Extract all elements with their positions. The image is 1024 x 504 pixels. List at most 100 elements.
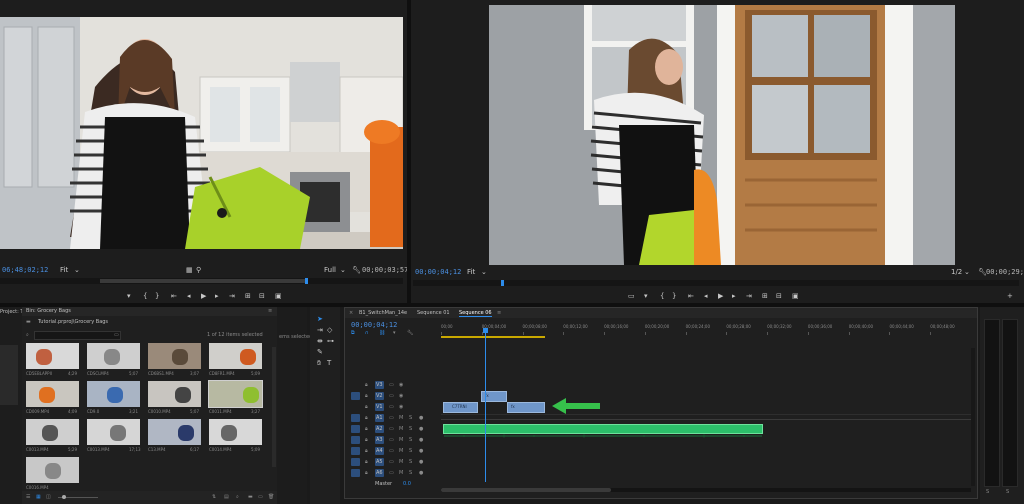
program-go-to-out-icon[interactable]: ⇥: [746, 292, 752, 300]
marker-icon[interactable]: ▾: [127, 292, 131, 300]
find-icon[interactable]: ⌕: [236, 494, 239, 500]
source-resolution-dropdown[interactable]: Full: [324, 266, 336, 274]
timeline-horizontal-scrollbar[interactable]: [441, 488, 971, 492]
sync-lock-icon[interactable]: ▭: [389, 393, 394, 399]
bin-thumbnail[interactable]: [209, 343, 262, 369]
mute-icon[interactable]: M: [399, 415, 403, 421]
timeline-settings-icon[interactable]: 🔧︎: [407, 330, 413, 336]
source-patch-toggle[interactable]: [351, 447, 360, 455]
solo-icon[interactable]: S: [409, 437, 412, 443]
sort-icon[interactable]: ⇅: [212, 494, 216, 500]
bin-thumbnail[interactable]: [148, 381, 201, 407]
bin-thumbnail[interactable]: [148, 343, 201, 369]
audio-sync-icon[interactable]: ▭: [389, 459, 394, 465]
project-tab[interactable]: Project: Tu: [0, 309, 22, 315]
eye-icon[interactable]: ◉: [399, 382, 403, 388]
program-playhead[interactable]: [501, 280, 504, 286]
program-scrub-bar[interactable]: [413, 280, 1019, 286]
hand-tool-icon[interactable]: ✋︎: [317, 359, 321, 368]
source-patch-toggle[interactable]: [351, 436, 360, 444]
bin-thumbnail[interactable]: [148, 419, 201, 445]
timeline-timecode[interactable]: 00;00;04;12: [351, 321, 397, 329]
track-lock-icon[interactable]: 🔒︎: [365, 426, 368, 432]
icon-view-icon[interactable]: ▦: [36, 494, 41, 500]
bin-search-input[interactable]: [34, 331, 121, 340]
track-lock-icon[interactable]: 🔒︎: [365, 437, 368, 443]
timeline-tab-0[interactable]: B1_SwitchMan_14e: [359, 310, 407, 316]
track-lock-icon[interactable]: 🔒︎: [365, 470, 368, 476]
nest-toggle-icon[interactable]: ⧉: [351, 330, 355, 336]
selection-tool-icon[interactable]: ➤: [317, 315, 323, 323]
clip-audio-a1[interactable]: [443, 424, 763, 438]
program-timecode-current[interactable]: 00;00;04;12: [415, 268, 461, 276]
program-go-to-in-icon[interactable]: ⇤: [688, 292, 694, 300]
eye-icon[interactable]: ◉: [399, 404, 403, 410]
source-playhead[interactable]: [305, 278, 308, 284]
voice-over-icon[interactable]: ●: [419, 415, 423, 421]
source-patch-toggle[interactable]: [351, 469, 360, 477]
slip-tool-icon[interactable]: ⊶: [327, 337, 334, 345]
source-export-wrench-icon[interactable]: 🔧︎: [352, 266, 361, 274]
safe-margins-icon[interactable]: ▭: [628, 292, 635, 300]
sync-lock-icon[interactable]: ▭: [389, 404, 394, 410]
eye-icon[interactable]: ◉: [399, 393, 403, 399]
list-view-icon[interactable]: ☰: [26, 494, 30, 500]
timeline-tab-1[interactable]: Sequence 01: [417, 310, 450, 316]
mark-in-icon[interactable]: {: [143, 292, 147, 300]
bin-thumbnail[interactable]: [87, 381, 140, 407]
voice-over-icon[interactable]: ●: [419, 459, 423, 465]
zoom-slider-handle[interactable]: [62, 495, 66, 499]
track-lock-icon[interactable]: 🔒︎: [365, 393, 368, 399]
timeline-menu-icon[interactable]: ≡: [497, 310, 501, 316]
linked-selection-icon[interactable]: ⛓︎: [379, 330, 385, 336]
voice-over-icon[interactable]: ●: [419, 437, 423, 443]
source-settings-icon[interactable]: ▦: [186, 266, 193, 274]
track-lock-icon[interactable]: 🔒︎: [365, 448, 368, 454]
program-resolution-chevron-icon[interactable]: ⌄: [964, 268, 970, 276]
track-lock-icon[interactable]: 🔒︎: [365, 404, 368, 410]
program-play-icon[interactable]: ▶: [718, 292, 723, 300]
bin-thumbnail[interactable]: [26, 419, 79, 445]
source-patch-toggle[interactable]: [351, 425, 360, 433]
program-fit-dropdown[interactable]: Fit: [467, 268, 475, 276]
bin-thumbnail[interactable]: [26, 381, 79, 407]
mark-out-icon[interactable]: }: [155, 292, 159, 300]
go-to-out-icon[interactable]: ⇥: [229, 292, 235, 300]
meter-solo-right[interactable]: S: [1006, 489, 1009, 495]
camera-icon[interactable]: ▣: [275, 292, 282, 300]
timeline-tab-2[interactable]: Sequence 06: [459, 310, 492, 317]
new-bin-footer-icon[interactable]: ▬: [248, 494, 253, 500]
pen-tool-icon[interactable]: ✎: [317, 348, 323, 356]
overwrite-icon[interactable]: ⊟: [259, 292, 265, 300]
voice-over-icon[interactable]: ●: [419, 448, 423, 454]
source-timecode-current[interactable]: 06;48;02;12: [2, 266, 48, 274]
source-fit-chevron-icon[interactable]: ⌄: [74, 266, 80, 274]
sync-lock-icon[interactable]: ▭: [389, 382, 394, 388]
solo-icon[interactable]: S: [409, 448, 412, 454]
program-resolution-dropdown[interactable]: 1/2: [951, 268, 962, 276]
program-step-back-icon[interactable]: ◂: [704, 292, 708, 300]
solo-icon[interactable]: S: [409, 470, 412, 476]
snap-icon[interactable]: ∩: [365, 330, 369, 336]
audio-sync-icon[interactable]: ▭: [389, 448, 394, 454]
source-fit-dropdown[interactable]: Fit: [60, 266, 68, 274]
source-wrench-icon[interactable]: ⚲: [196, 266, 201, 274]
program-fit-chevron-icon[interactable]: ⌄: [481, 268, 487, 276]
bin-thumbnail[interactable]: [87, 343, 140, 369]
audio-sync-icon[interactable]: ▭: [389, 415, 394, 421]
new-item-icon[interactable]: ▭: [258, 494, 263, 500]
track-lock-icon[interactable]: 🔒︎: [365, 459, 368, 465]
trash-icon[interactable]: 🗑︎: [268, 494, 274, 500]
track-area[interactable]: C7TRNI fx fx: [441, 328, 971, 488]
lift-icon[interactable]: ⊞: [762, 292, 768, 300]
freeform-view-icon[interactable]: ◫: [46, 494, 51, 500]
timeline-vertical-scroll[interactable]: [971, 348, 975, 486]
audio-sync-icon[interactable]: ▭: [389, 470, 394, 476]
new-bin-icon[interactable]: ▭: [114, 332, 119, 338]
bin-thumbnail[interactable]: [209, 419, 262, 445]
mute-icon[interactable]: M: [399, 426, 403, 432]
bin-thumbnail[interactable]: [208, 380, 263, 408]
clip-v1-first[interactable]: C7TRNI: [443, 402, 478, 413]
extract-icon[interactable]: ⊟: [776, 292, 782, 300]
solo-icon[interactable]: S: [409, 426, 412, 432]
